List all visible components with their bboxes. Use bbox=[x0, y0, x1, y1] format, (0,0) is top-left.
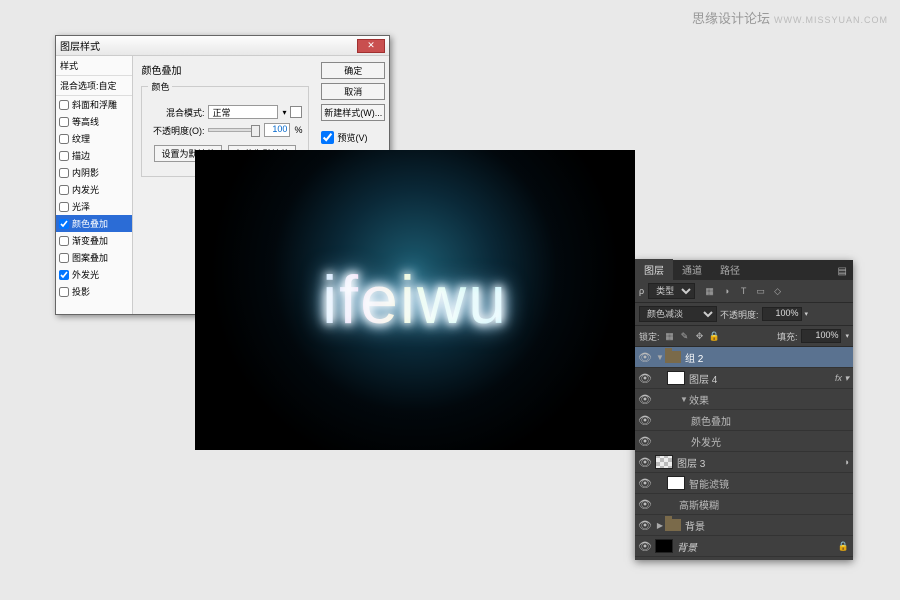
visibility-eye-icon[interactable]: 👁 bbox=[635, 393, 655, 406]
cancel-button[interactable]: 取消 bbox=[321, 83, 385, 100]
color-swatch[interactable] bbox=[290, 106, 302, 118]
layer-thumb bbox=[655, 539, 673, 553]
layer-row[interactable]: 👁外发光 bbox=[635, 431, 853, 452]
visibility-eye-icon[interactable]: 👁 bbox=[635, 498, 655, 511]
visibility-eye-icon[interactable]: 👁 bbox=[635, 414, 655, 427]
sidebar-head[interactable]: 样式 bbox=[56, 56, 132, 76]
fx-badge[interactable]: fx ▾ bbox=[835, 373, 849, 384]
layer-thumb bbox=[655, 455, 673, 469]
style-row-斜面和浮雕[interactable]: 斜面和浮雕 bbox=[56, 96, 132, 113]
tab-paths[interactable]: 路径 bbox=[711, 259, 749, 280]
styles-sidebar: 样式 混合选项:自定 斜面和浮雕等高线纹理描边内阴影内发光光泽颜色叠加渐变叠加图… bbox=[56, 56, 133, 314]
dialog-titlebar[interactable]: 图层样式 ✕ bbox=[56, 36, 389, 56]
close-button[interactable]: ✕ bbox=[357, 39, 385, 53]
lock-icon[interactable]: ▦ bbox=[664, 331, 676, 342]
style-row-内发光[interactable]: 内发光 bbox=[56, 181, 132, 198]
style-row-颜色叠加[interactable]: 颜色叠加 bbox=[56, 215, 132, 232]
visibility-eye-icon[interactable]: 👁 bbox=[635, 456, 655, 469]
layer-row[interactable]: 👁背景🔒 bbox=[635, 536, 853, 557]
tab-layers[interactable]: 图层 bbox=[635, 259, 673, 280]
style-checkbox[interactable] bbox=[59, 100, 69, 110]
style-row-描边[interactable]: 描边 bbox=[56, 147, 132, 164]
layer-row[interactable]: 👁图层 4fx ▾ bbox=[635, 368, 853, 389]
style-checkbox[interactable] bbox=[59, 287, 69, 297]
style-checkbox[interactable] bbox=[59, 270, 69, 280]
opacity-label: 不透明度(O): bbox=[148, 124, 204, 137]
panel-tabs: 图层 通道 路径 ▤ bbox=[635, 260, 853, 280]
new-style-button[interactable]: 新建样式(W)... bbox=[321, 104, 385, 121]
style-row-等高线[interactable]: 等高线 bbox=[56, 113, 132, 130]
visibility-eye-icon[interactable]: 👁 bbox=[635, 540, 655, 553]
style-checkbox[interactable] bbox=[59, 236, 69, 246]
lock-icon[interactable]: 🔒 bbox=[709, 331, 721, 342]
lock-icon: 🔒 bbox=[838, 541, 849, 552]
section-title: 颜色叠加 bbox=[141, 62, 309, 77]
style-checkbox[interactable] bbox=[59, 151, 69, 161]
layer-row[interactable]: 👁▶背景 bbox=[635, 515, 853, 536]
filter-icon[interactable]: ◑ bbox=[720, 285, 733, 298]
layer-row[interactable]: 👁▼效果 bbox=[635, 389, 853, 410]
visibility-eye-icon[interactable]: 👁 bbox=[635, 519, 655, 532]
style-row-渐变叠加[interactable]: 渐变叠加 bbox=[56, 232, 132, 249]
lock-label: 锁定: bbox=[639, 330, 660, 343]
lock-icon[interactable]: ✥ bbox=[694, 331, 706, 342]
watermark: 思缘设计论坛WWW.MISSYUAN.COM bbox=[692, 8, 888, 27]
layer-thumb bbox=[667, 476, 685, 490]
visibility-eye-icon[interactable]: 👁 bbox=[635, 351, 655, 364]
preview-label: 预览(V) bbox=[337, 131, 367, 144]
visibility-eye-icon[interactable]: 👁 bbox=[635, 372, 655, 385]
lock-icon[interactable]: ✎ bbox=[679, 331, 691, 342]
style-checkbox[interactable] bbox=[59, 117, 69, 127]
preview-checkbox[interactable] bbox=[321, 131, 334, 144]
filter-icon[interactable]: ▦ bbox=[703, 285, 716, 298]
style-checkbox[interactable] bbox=[59, 134, 69, 144]
layer-row[interactable]: 👁智能滤镜 bbox=[635, 473, 853, 494]
blend-label: 混合模式: bbox=[148, 106, 204, 119]
layer-row[interactable]: 👁颜色叠加 bbox=[635, 410, 853, 431]
opacity-value[interactable]: 100 bbox=[264, 123, 290, 137]
visibility-eye-icon[interactable]: 👁 bbox=[635, 477, 655, 490]
opacity-label: 不透明度: bbox=[720, 308, 759, 321]
filter-icon[interactable]: T bbox=[737, 285, 750, 298]
layers-panel: 图层 通道 路径 ▤ ρ 类型 ▦◑T▭◇ 颜色减淡 不透明度: 100%▾ 锁… bbox=[635, 260, 853, 560]
blend-mode-select[interactable]: 颜色减淡 bbox=[639, 306, 717, 322]
filter-kind-select[interactable]: 类型 bbox=[648, 283, 695, 299]
style-row-图案叠加[interactable]: 图案叠加 bbox=[56, 249, 132, 266]
layer-row[interactable]: 👁图层 3◑ bbox=[635, 452, 853, 473]
neon-text: ifeiwu bbox=[322, 261, 508, 339]
opacity-slider[interactable] bbox=[208, 128, 260, 132]
style-row-投影[interactable]: 投影 bbox=[56, 283, 132, 300]
canvas-preview: ifeiwu bbox=[195, 150, 635, 450]
style-row-外发光[interactable]: 外发光 bbox=[56, 266, 132, 283]
folder-icon bbox=[665, 519, 681, 531]
dialog-title: 图层样式 bbox=[60, 38, 357, 53]
filter-icon[interactable]: ▭ bbox=[754, 285, 767, 298]
style-checkbox[interactable] bbox=[59, 202, 69, 212]
folder-icon bbox=[665, 351, 681, 363]
visibility-eye-icon[interactable]: 👁 bbox=[635, 435, 655, 448]
style-checkbox[interactable] bbox=[59, 185, 69, 195]
ok-button[interactable]: 确定 bbox=[321, 62, 385, 79]
blend-mode-select[interactable]: 正常 bbox=[208, 105, 278, 119]
style-checkbox[interactable] bbox=[59, 168, 69, 178]
layer-thumb bbox=[667, 371, 685, 385]
style-checkbox[interactable] bbox=[59, 219, 69, 229]
smart-icon: ◑ bbox=[844, 457, 849, 467]
layer-row[interactable]: 👁高斯模糊 bbox=[635, 494, 853, 515]
layer-row[interactable]: 👁▼组 2 bbox=[635, 347, 853, 368]
style-row-内阴影[interactable]: 内阴影 bbox=[56, 164, 132, 181]
opacity-value[interactable]: 100% bbox=[762, 307, 802, 321]
fill-value[interactable]: 100% bbox=[801, 329, 841, 343]
panel-menu-icon[interactable]: ▤ bbox=[832, 263, 853, 280]
style-checkbox[interactable] bbox=[59, 253, 69, 263]
group-title: 颜色 bbox=[148, 80, 172, 93]
fill-label: 填充: bbox=[777, 330, 798, 343]
filter-icon[interactable]: ◇ bbox=[771, 285, 784, 298]
tab-channels[interactable]: 通道 bbox=[673, 259, 711, 280]
sidebar-sub[interactable]: 混合选项:自定 bbox=[56, 76, 132, 96]
style-row-纹理[interactable]: 纹理 bbox=[56, 130, 132, 147]
style-row-光泽[interactable]: 光泽 bbox=[56, 198, 132, 215]
